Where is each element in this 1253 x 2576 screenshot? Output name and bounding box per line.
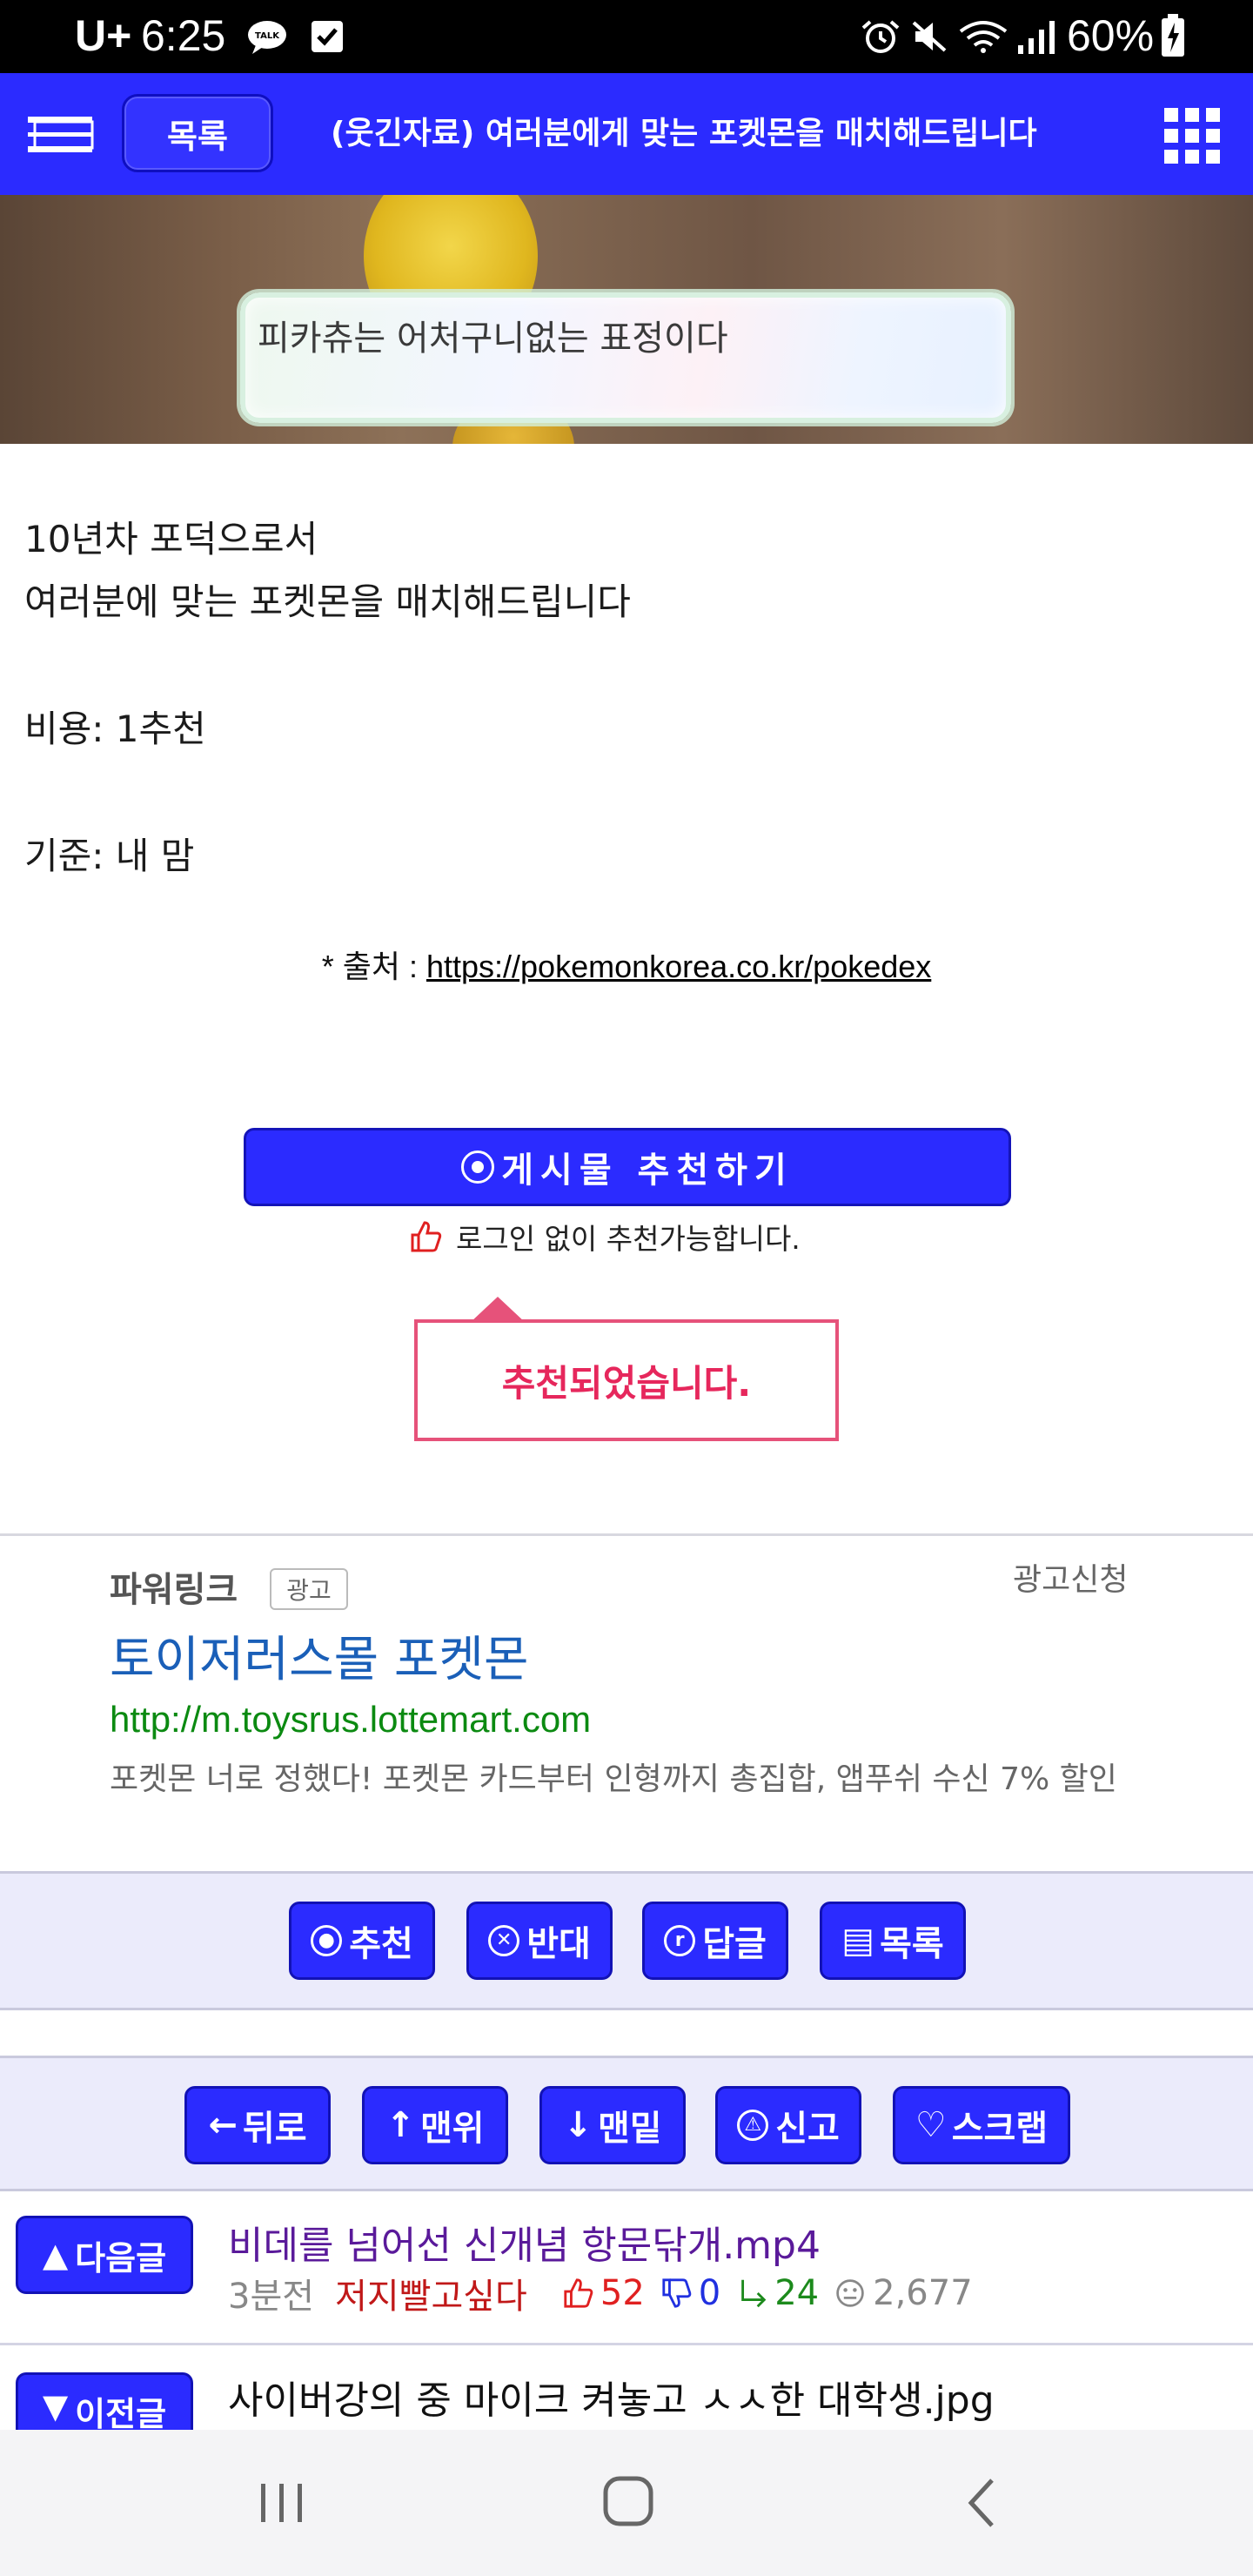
scroll-bottom-button[interactable]: ↓ 맨밑 bbox=[539, 2086, 686, 2164]
home-icon[interactable] bbox=[602, 2475, 654, 2527]
apps-grid-icon[interactable] bbox=[1164, 108, 1220, 164]
recommend-note-text: 로그인 없이 추천가능합니다. bbox=[456, 1222, 801, 1256]
recommended-message: 추천되었습니다. bbox=[414, 1319, 839, 1441]
report-button-label: 신고 bbox=[775, 2109, 840, 2149]
ad-tag: 광고 bbox=[270, 1568, 348, 1610]
list-bottom-button[interactable]: ▤ 목록 bbox=[820, 1902, 966, 1980]
next-post-author[interactable]: 저지빨고싶다 bbox=[335, 2268, 527, 2318]
prev-post-button[interactable]: ▼ 이전글 bbox=[16, 2372, 193, 2433]
list-button[interactable]: 목록 bbox=[122, 94, 273, 172]
post-line: 비용: 1추천 bbox=[24, 708, 206, 750]
next-post-views: 2,677 bbox=[873, 2273, 973, 2313]
reply-button[interactable]: r 답글 bbox=[642, 1902, 788, 1980]
game-dialog-text: 피카츄는 어처구니없는 표정이다 bbox=[258, 319, 728, 359]
ad-apply-link[interactable]: 광고신청 bbox=[1013, 1554, 1128, 1600]
page-title: (웃긴자료) 여러분에게 맞는 포켓몬을 매치해드립니다 bbox=[331, 116, 1037, 151]
ad-url[interactable]: http://m.toysrus.lottemart.com bbox=[110, 1699, 591, 1741]
arrow-down-icon: ↓ bbox=[563, 2105, 593, 2145]
checkbox-notification-icon bbox=[312, 21, 343, 52]
recent-apps-icon[interactable] bbox=[258, 2479, 306, 2527]
prev-post-title[interactable]: 사이버강의 중 마이크 켜놓고 ㅅㅅ한 대학생.jpg bbox=[228, 2369, 995, 2425]
action-bar-secondary: ← 뒤로 ↑ 맨위 ↓ 맨밑 ⚠ 신고 ♡ 스크랩 bbox=[0, 2056, 1253, 2191]
thumbs-down-icon bbox=[662, 2278, 692, 2308]
list-icon: ▤ bbox=[841, 1921, 875, 1961]
scrap-button[interactable]: ♡ 스크랩 bbox=[893, 2086, 1070, 2164]
battery-charging-icon bbox=[1162, 14, 1184, 57]
scrap-button-label: 스크랩 bbox=[951, 2109, 1049, 2149]
next-post-button[interactable]: ▲ 다음글 bbox=[16, 2216, 193, 2294]
target-icon: ● bbox=[311, 1925, 343, 1956]
svg-text:TALK: TALK bbox=[255, 31, 280, 41]
target-icon bbox=[461, 1150, 495, 1184]
action-bar-primary: ● 추천 ✕ 반대 r 답글 ▤ 목록 bbox=[0, 1871, 1253, 2010]
thumbs-up-icon bbox=[564, 2278, 593, 2308]
source-link[interactable]: https://pokemonkorea.co.kr/pokedex bbox=[426, 949, 931, 984]
ad-description: 포켓몬 너로 정했다! 포켓몬 카드부터 인형까지 총집합, 앱푸쉬 수신 7%… bbox=[110, 1761, 1117, 1797]
ad-label: 파워링크 bbox=[110, 1570, 238, 1610]
prev-post-label: 이전글 bbox=[75, 2395, 167, 2433]
clock: 6:25 bbox=[141, 11, 226, 60]
divider bbox=[0, 2343, 1253, 2345]
oppose-button-label: 반대 bbox=[526, 1924, 591, 1964]
menu-icon[interactable] bbox=[26, 111, 94, 160]
talk-notification-icon: TALK bbox=[248, 21, 286, 54]
scroll-bottom-label: 맨밑 bbox=[597, 2109, 662, 2149]
carrier-label: U+ bbox=[75, 11, 132, 60]
system-navigation-bar bbox=[0, 2430, 1253, 2576]
views-icon bbox=[836, 2279, 864, 2307]
next-post-label: 다음글 bbox=[75, 2238, 167, 2277]
heart-icon: ♡ bbox=[915, 2105, 947, 2145]
arrow-up-icon: ↑ bbox=[385, 2105, 415, 2145]
back-button-label: 뒤로 bbox=[242, 2109, 307, 2149]
scroll-top-button[interactable]: ↑ 맨위 bbox=[362, 2086, 508, 2164]
post-source: * 출처 : https://pokemonkorea.co.kr/pokede… bbox=[0, 942, 1253, 987]
battery-percent: 60% bbox=[1067, 11, 1155, 60]
source-prefix: * 출처 : bbox=[321, 949, 426, 984]
next-post-likes: 52 bbox=[600, 2273, 645, 2313]
triangle-down-icon: ▼ bbox=[42, 2387, 69, 2425]
next-post-meta: 3분전 저지빨고싶다 52 0 24 2,677 bbox=[228, 2268, 973, 2318]
next-post-time: 3분전 bbox=[228, 2277, 315, 2317]
wifi-icon bbox=[959, 21, 1008, 53]
mute-icon bbox=[912, 21, 947, 52]
back-nav-icon[interactable] bbox=[964, 2477, 999, 2529]
post-line: 기준: 내 맘 bbox=[24, 835, 195, 877]
next-post-replies: 24 bbox=[774, 2273, 820, 2313]
report-icon: ⚠ bbox=[737, 2110, 769, 2141]
status-bar: U+ 6:25 TALK 60% bbox=[0, 0, 1253, 73]
list-bottom-button-label: 목록 bbox=[880, 1924, 944, 1964]
reply-circle-icon: r bbox=[664, 1925, 696, 1956]
app-header: 목록 (웃긴자료) 여러분에게 맞는 포켓몬을 매치해드립니다 bbox=[0, 73, 1253, 195]
recommend-post-button[interactable]: 게시물 추천하기 bbox=[244, 1128, 1011, 1206]
x-circle-icon: ✕ bbox=[488, 1925, 520, 1956]
recommend-note: 로그인 없이 추천가능합니다. bbox=[409, 1215, 801, 1258]
arrow-left-icon: ← bbox=[208, 2105, 238, 2145]
thumbs-up-icon bbox=[411, 1221, 442, 1252]
ad-title-link[interactable]: 토이저러스몰 포켓몬 bbox=[110, 1620, 528, 1691]
next-post-title[interactable]: 비데를 넘어선 신개념 항문닦개.mp4 bbox=[228, 2214, 821, 2270]
post-line: 10년차 포덕으로서 bbox=[24, 518, 318, 560]
divider bbox=[0, 1533, 1253, 1536]
scroll-top-label: 맨위 bbox=[419, 2109, 485, 2149]
post-line: 여러분에 맞는 포켓몬을 매치해드립니다 bbox=[24, 580, 631, 623]
oppose-button[interactable]: ✕ 반대 bbox=[466, 1902, 613, 1980]
recommend-button[interactable]: ● 추천 bbox=[289, 1902, 435, 1980]
back-button[interactable]: ← 뒤로 bbox=[184, 2086, 331, 2164]
reply-button-label: 답글 bbox=[702, 1924, 767, 1964]
report-button[interactable]: ⚠ 신고 bbox=[715, 2086, 861, 2164]
screen: { "status_bar": { "carrier": "U+", "time… bbox=[0, 0, 1253, 2576]
reply-arrow-icon bbox=[741, 2279, 767, 2308]
recommend-button-label: 추천 bbox=[349, 1924, 413, 1964]
recommend-post-label: 게시물 추천하기 bbox=[501, 1150, 794, 1191]
triangle-up-icon: ▲ bbox=[42, 2236, 69, 2274]
next-post-dislikes: 0 bbox=[698, 2273, 721, 2313]
alarm-icon bbox=[861, 20, 900, 53]
signal-icon bbox=[1018, 21, 1055, 54]
